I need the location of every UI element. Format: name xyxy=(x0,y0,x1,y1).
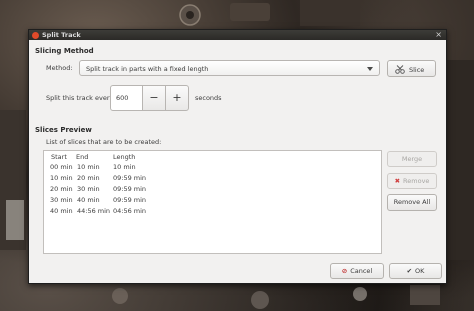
remove-x-icon: ✖ xyxy=(394,177,401,185)
slice-row[interactable]: 10 min 20 min 09:59 min xyxy=(44,174,381,185)
cancel-button[interactable]: ⊘ Cancel xyxy=(330,263,384,279)
slice-row[interactable]: 30 min 40 min 09:59 min xyxy=(44,196,381,207)
slice-row[interactable]: 00 min 10 min 10 min xyxy=(44,163,381,174)
split-track-dialog: Split Track × Slicing Method Method: Spl… xyxy=(28,29,447,284)
cancel-icon: ⊘ xyxy=(341,267,348,275)
slice-length: 09:59 min xyxy=(113,196,147,204)
decrement-button[interactable]: − xyxy=(142,85,166,111)
slice-start: 40 min xyxy=(50,207,73,215)
scissors-icon xyxy=(395,65,405,74)
slice-button[interactable]: Slice xyxy=(387,60,436,77)
split-seconds-value: 600 xyxy=(116,94,129,102)
slice-start: 30 min xyxy=(50,196,73,204)
remove-all-button[interactable]: Remove All xyxy=(387,194,437,211)
column-start[interactable]: Start xyxy=(51,153,67,161)
slice-start: 00 min xyxy=(50,163,73,171)
cancel-label: Cancel xyxy=(350,267,373,275)
slice-end: 10 min xyxy=(77,163,100,171)
column-end[interactable]: End xyxy=(76,153,88,161)
seconds-label: seconds xyxy=(195,94,222,102)
remove-label: Remove xyxy=(403,177,430,185)
slice-end: 30 min xyxy=(77,185,100,193)
slicing-method-heading: Slicing Method xyxy=(35,47,94,55)
slices-preview-heading: Slices Preview xyxy=(35,126,92,134)
slice-row[interactable]: 20 min 30 min 09:59 min xyxy=(44,185,381,196)
slice-end: 44:56 min xyxy=(77,207,111,215)
slice-length: 09:59 min xyxy=(113,174,147,182)
merge-button[interactable]: Merge xyxy=(387,151,437,167)
app-icon xyxy=(32,31,39,39)
slice-length: 09:59 min xyxy=(113,185,147,193)
increment-button[interactable]: + xyxy=(165,85,189,111)
slice-label: Slice xyxy=(409,65,425,74)
ok-label: OK xyxy=(415,267,425,275)
close-icon[interactable]: × xyxy=(435,30,442,40)
slices-list-label: List of slices that are to be created: xyxy=(46,138,162,146)
method-combobox[interactable]: Split track in parts with a fixed length xyxy=(79,60,380,76)
split-every-label: Split this track every xyxy=(46,94,114,102)
slice-end: 40 min xyxy=(77,196,100,204)
slice-length: 04:56 min xyxy=(113,207,147,215)
window-title: Split Track xyxy=(42,31,81,39)
method-value: Split track in parts with a fixed length xyxy=(86,65,209,73)
slices-list[interactable]: Start End Length 00 min 10 min 10 min 10… xyxy=(43,150,382,254)
column-length[interactable]: Length xyxy=(113,153,135,161)
remove-button[interactable]: ✖ Remove xyxy=(387,173,437,189)
slice-end: 20 min xyxy=(77,174,100,182)
ok-button[interactable]: ✔ OK xyxy=(389,263,442,279)
slice-length: 10 min xyxy=(113,163,136,171)
title-bar: Split Track × xyxy=(29,30,446,40)
split-seconds-input[interactable]: 600 xyxy=(110,85,143,111)
slice-start: 20 min xyxy=(50,185,73,193)
dropdown-arrow-icon xyxy=(367,67,373,71)
slice-start: 10 min xyxy=(50,174,73,182)
method-label: Method: xyxy=(46,64,73,72)
ok-check-icon: ✔ xyxy=(406,267,413,275)
slice-row[interactable]: 40 min 44:56 min 04:56 min xyxy=(44,207,381,218)
